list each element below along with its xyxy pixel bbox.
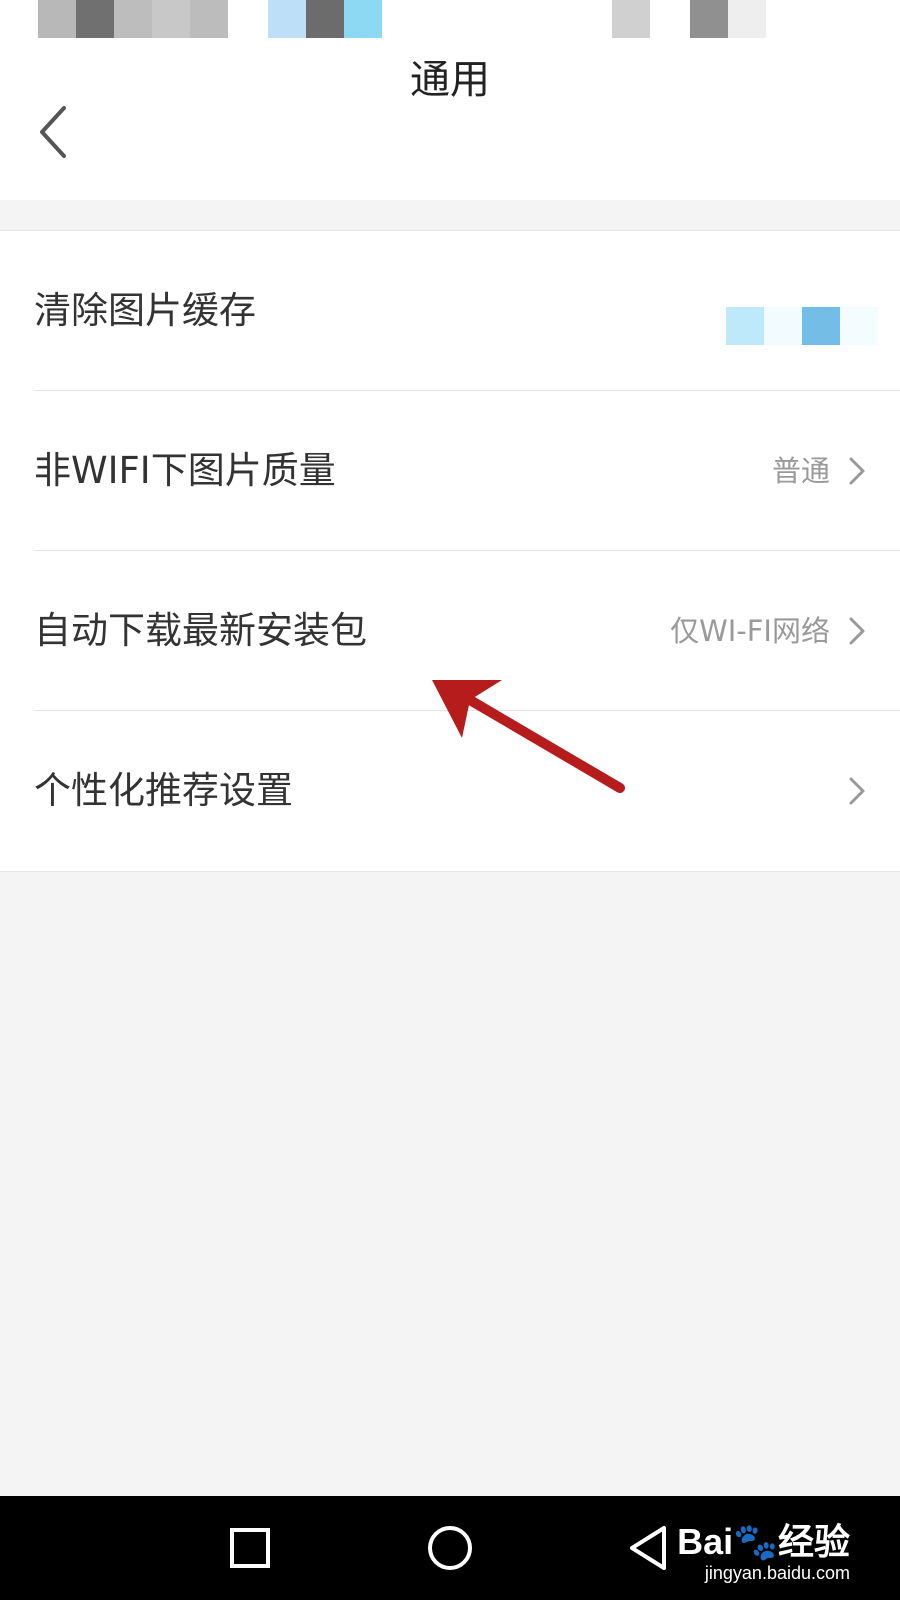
system-nav-bar: Bai🐾经验 jingyan.baidu.com bbox=[0, 1496, 900, 1600]
recent-apps-button[interactable] bbox=[220, 1518, 280, 1578]
chevron-right-icon bbox=[849, 777, 865, 805]
setting-personalized-recommendation[interactable]: 个性化推荐设置 bbox=[0, 711, 900, 871]
baidu-jingyan-watermark: Bai🐾经验 jingyan.baidu.com bbox=[677, 1522, 850, 1584]
setting-value: 仅WI-FI网络 bbox=[670, 614, 830, 648]
chevron-left-icon bbox=[40, 106, 66, 158]
chevron-right-icon bbox=[849, 457, 865, 485]
page-title: 通用 bbox=[410, 57, 490, 103]
setting-value: 普通 bbox=[771, 454, 830, 488]
watermark-brand: Bai bbox=[677, 1521, 734, 1562]
triangle-back-icon bbox=[630, 1526, 666, 1570]
setting-label: 自动下载最新安装包 bbox=[34, 609, 367, 652]
app-header: 通用 bbox=[0, 40, 900, 200]
square-icon bbox=[230, 1528, 270, 1568]
paw-icon: 🐾 bbox=[733, 1521, 778, 1562]
setting-label: 清除图片缓存 bbox=[34, 289, 256, 332]
setting-non-wifi-image-quality[interactable]: 非WIFI下图片质量 普通 bbox=[0, 391, 900, 551]
setting-label: 个性化推荐设置 bbox=[34, 769, 293, 812]
watermark-url: jingyan.baidu.com bbox=[704, 1563, 850, 1583]
home-button[interactable] bbox=[420, 1518, 480, 1578]
back-button[interactable] bbox=[30, 100, 80, 170]
back-nav-button[interactable] bbox=[620, 1518, 680, 1578]
cache-size-mosaic bbox=[726, 307, 882, 345]
setting-auto-download-package[interactable]: 自动下载最新安装包 仅WI-FI网络 bbox=[0, 551, 900, 711]
settings-list: 清除图片缓存 非WIFI下图片质量 普通 自动下载最新安装包 仅WI-FI网络 … bbox=[0, 230, 900, 872]
setting-clear-image-cache[interactable]: 清除图片缓存 bbox=[0, 231, 900, 391]
circle-icon bbox=[428, 1526, 472, 1570]
chevron-right-icon bbox=[849, 617, 865, 645]
setting-label: 非WIFI下图片质量 bbox=[34, 449, 336, 492]
watermark-brand-cn: 经验 bbox=[777, 1521, 850, 1562]
